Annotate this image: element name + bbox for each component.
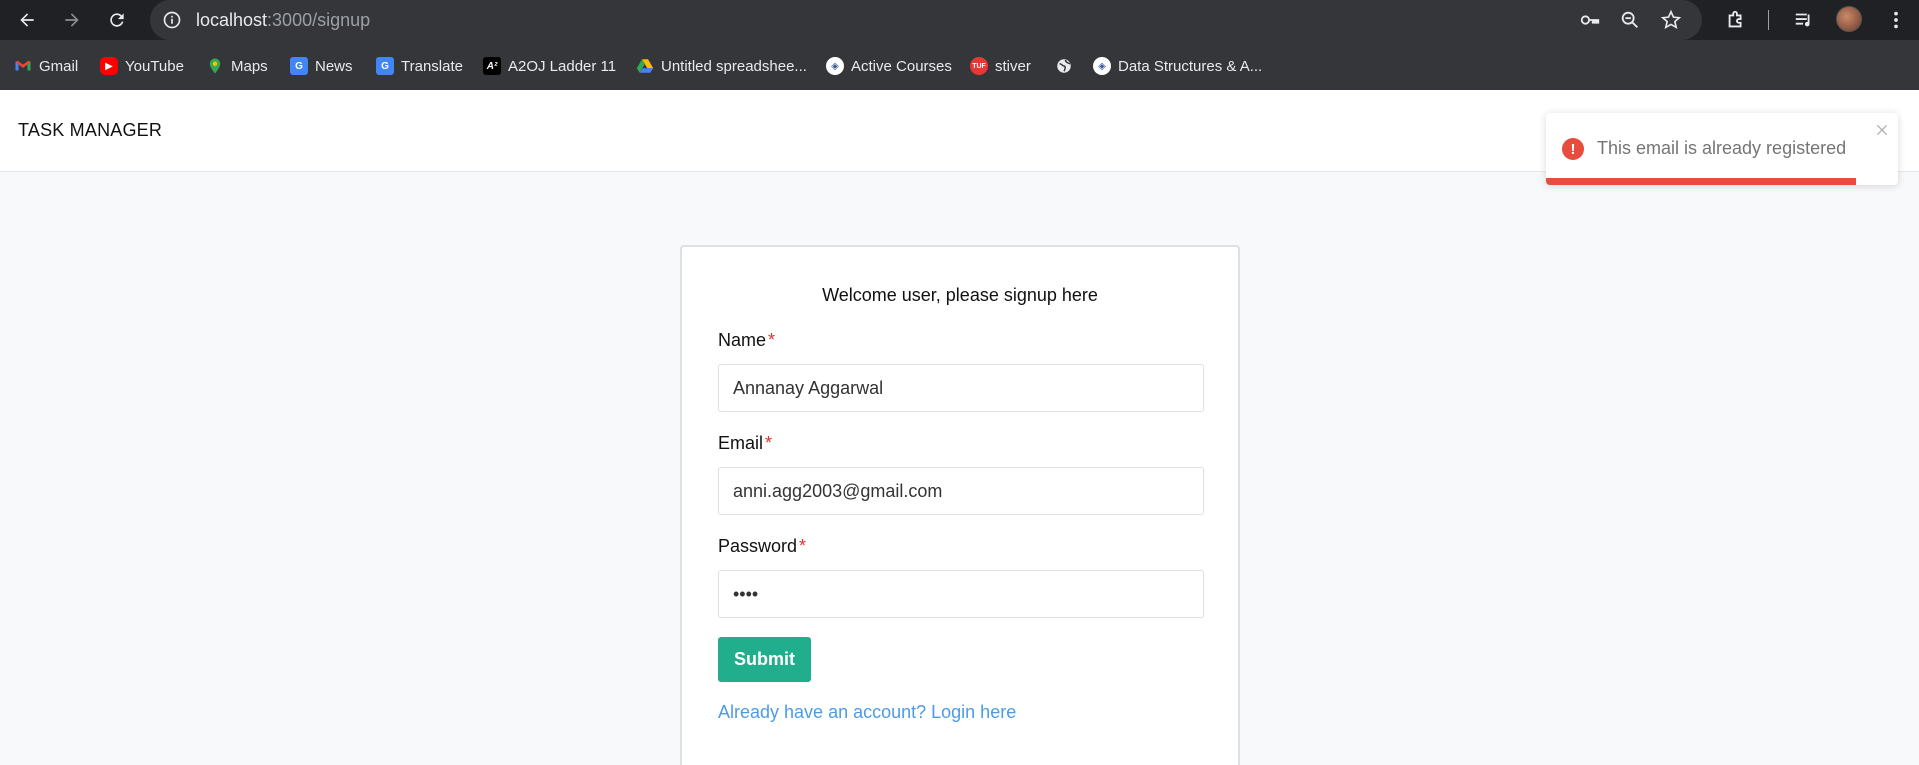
password-key-icon[interactable] bbox=[1578, 8, 1602, 32]
translate-icon: G bbox=[376, 57, 394, 75]
name-input[interactable] bbox=[718, 364, 1204, 412]
toast-message: This email is already registered bbox=[1597, 138, 1847, 158]
back-button[interactable] bbox=[12, 5, 42, 35]
forward-button[interactable] bbox=[57, 5, 87, 35]
app-title[interactable]: TASK MANAGER bbox=[18, 120, 162, 141]
url-text: localhost:3000/signup bbox=[196, 10, 371, 30]
reload-icon bbox=[110, 13, 124, 27]
courses-icon: ◈ bbox=[1093, 57, 1111, 75]
bookmark-spreadsheet[interactable]: Untitled spreadshee... bbox=[636, 55, 807, 77]
tuf-icon: TUF bbox=[970, 57, 988, 75]
maps-icon bbox=[206, 57, 224, 75]
courses-icon: ◈ bbox=[826, 57, 844, 75]
bookmark-stiver[interactable]: TUF stiver bbox=[970, 55, 1031, 77]
bookmark-a2oj[interactable]: A² A2OJ Ladder 11 bbox=[483, 55, 616, 77]
bookmark-globe[interactable] bbox=[1055, 55, 1080, 77]
gmail-icon bbox=[14, 57, 32, 75]
a2oj-icon: A² bbox=[483, 57, 501, 75]
email-label: Email * bbox=[718, 433, 773, 453]
submit-button[interactable]: Submit bbox=[718, 637, 811, 682]
bookmark-gmail[interactable]: Gmail bbox=[14, 55, 78, 77]
bookmark-youtube[interactable]: ▶ YouTube bbox=[100, 55, 184, 77]
required-mark: * bbox=[768, 330, 776, 350]
news-icon: G bbox=[290, 57, 308, 75]
drive-icon bbox=[636, 57, 654, 75]
menu-kebab-icon[interactable] bbox=[1884, 8, 1908, 32]
required-mark: * bbox=[765, 433, 773, 453]
password-label: Password * bbox=[718, 536, 807, 556]
toast-progress-bar bbox=[1546, 178, 1856, 185]
password-input[interactable] bbox=[718, 570, 1204, 618]
arrow-left-icon bbox=[20, 13, 34, 27]
reload-button[interactable] bbox=[102, 5, 132, 35]
bookmark-maps[interactable]: Maps bbox=[206, 55, 268, 77]
arrow-right-icon bbox=[65, 13, 79, 27]
bookmarks-bar: Gmail ▶ YouTube Maps G News G Translate A² A… bbox=[0, 40, 1919, 90]
toolbar-divider bbox=[1768, 10, 1769, 30]
bookmark-data-structures[interactable]: ◈ Data Structures & A... bbox=[1093, 55, 1262, 77]
error-icon: ! bbox=[1562, 138, 1584, 160]
bookmark-active-courses[interactable]: ◈ Active Courses bbox=[826, 55, 952, 77]
address-bar[interactable]: localhost:3000/signup bbox=[150, 0, 1702, 40]
error-toast: ! This email is already registered bbox=[1546, 113, 1898, 185]
profile-avatar[interactable] bbox=[1836, 6, 1862, 32]
youtube-icon: ▶ bbox=[100, 57, 118, 75]
media-control-icon[interactable] bbox=[1792, 8, 1816, 32]
required-mark: * bbox=[799, 536, 807, 556]
globe-icon bbox=[1055, 57, 1073, 75]
bookmark-news[interactable]: G News bbox=[290, 55, 353, 77]
signup-heading: Welcome user, please signup here bbox=[822, 285, 1098, 305]
close-icon[interactable] bbox=[1873, 121, 1891, 139]
signup-card: Welcome user, please signup here Name* E… bbox=[680, 245, 1240, 765]
zoom-icon[interactable] bbox=[1618, 8, 1642, 32]
extensions-icon[interactable] bbox=[1724, 8, 1748, 32]
login-link[interactable]: Already have an account? Login here bbox=[718, 702, 1016, 723]
name-label: Name * bbox=[718, 330, 776, 350]
bookmark-translate[interactable]: G Translate bbox=[376, 55, 463, 77]
email-input[interactable] bbox=[718, 467, 1204, 515]
site-info-icon[interactable] bbox=[162, 10, 182, 30]
browser-toolbar: localhost:3000/signup bbox=[0, 0, 1919, 40]
bookmark-star-icon[interactable] bbox=[1659, 8, 1683, 32]
